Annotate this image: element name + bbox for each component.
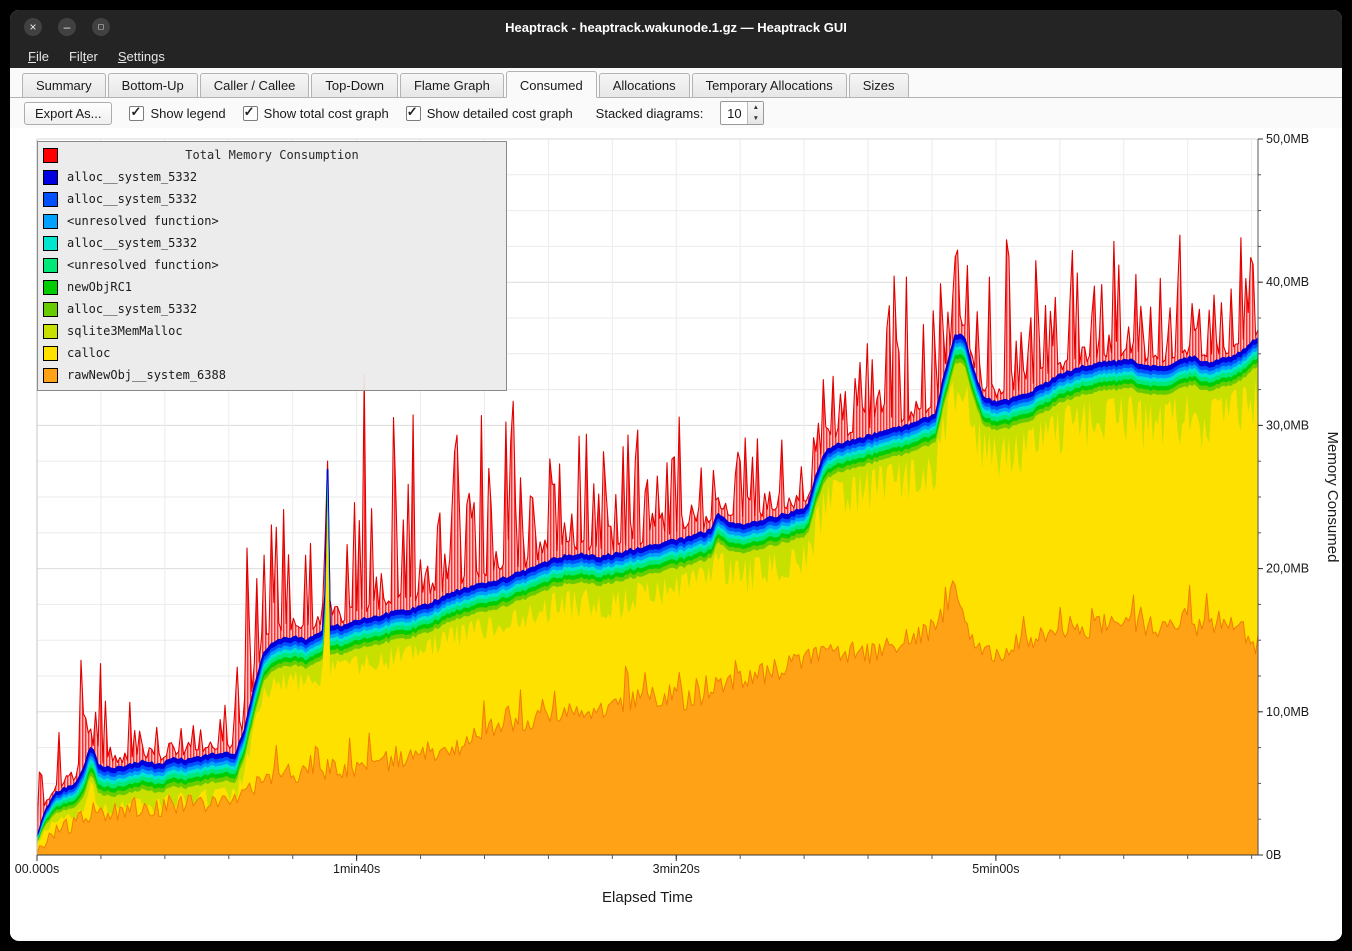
tab-sizes[interactable]: Sizes <box>849 73 909 98</box>
svg-text:30,0MB: 30,0MB <box>1266 418 1309 432</box>
close-icon: × <box>29 21 36 33</box>
svg-text:50,0MB: 50,0MB <box>1266 132 1309 146</box>
toolbar: Export As... ✓ Show legend ✓ Show total … <box>10 98 1342 128</box>
svg-text:5min00s: 5min00s <box>972 862 1019 876</box>
menu-settings[interactable]: Settings <box>108 46 175 67</box>
legend-item: alloc__system_5332 <box>38 166 506 188</box>
legend-item: sqlite3MemMalloc <box>38 320 506 342</box>
show-detailed-cost-graph-checkbox[interactable]: ✓ Show detailed cost graph <box>406 106 573 121</box>
titlebar[interactable]: × – ◻ Heaptrack - heaptrack.wakunode.1.g… <box>10 10 1342 44</box>
svg-text:20,0MB: 20,0MB <box>1266 562 1309 576</box>
app-window: × – ◻ Heaptrack - heaptrack.wakunode.1.g… <box>10 10 1342 941</box>
svg-text:3min20s: 3min20s <box>653 862 700 876</box>
checkbox-box: ✓ <box>129 106 144 121</box>
legend-swatch <box>43 170 58 185</box>
tab-bar: Summary Bottom-Up Caller / Callee Top-Do… <box>10 68 1342 98</box>
legend-item: alloc__system_5332 <box>38 188 506 210</box>
check-icon: ✓ <box>244 104 255 120</box>
legend-swatch <box>43 280 58 295</box>
maximize-icon: ◻ <box>98 23 105 31</box>
legend-swatch <box>43 214 58 229</box>
chart-legend: Total Memory Consumption alloc__system_5… <box>37 141 507 391</box>
tab-temporary-allocations[interactable]: Temporary Allocations <box>692 73 847 98</box>
tab-flame-graph[interactable]: Flame Graph <box>400 73 504 98</box>
svg-text:10,0MB: 10,0MB <box>1266 705 1309 719</box>
legend-item: calloc <box>38 342 506 364</box>
spin-up-icon[interactable]: ▲ <box>748 102 763 113</box>
window-controls: × – ◻ <box>24 18 110 36</box>
stacked-diagrams-spinbox[interactable]: 10 ▲ ▼ <box>720 101 764 125</box>
legend-swatch <box>43 192 58 207</box>
close-button[interactable]: × <box>24 18 42 36</box>
menubar: File Filter Settings <box>10 44 1342 68</box>
minimize-button[interactable]: – <box>58 18 76 36</box>
tab-bottom-up[interactable]: Bottom-Up <box>108 73 198 98</box>
export-as-button[interactable]: Export As... <box>24 102 112 125</box>
legend-swatch <box>43 368 58 383</box>
tab-summary[interactable]: Summary <box>22 73 106 98</box>
check-icon: ✓ <box>130 104 141 120</box>
legend-item: <unresolved function> <box>38 210 506 232</box>
svg-text:00.000s: 00.000s <box>15 862 59 876</box>
legend-swatch <box>43 302 58 317</box>
legend-item: newObjRC1 <box>38 276 506 298</box>
legend-item: alloc__system_5332 <box>38 232 506 254</box>
svg-text:0B: 0B <box>1266 848 1281 862</box>
legend-swatch-total <box>43 148 58 163</box>
menu-filter[interactable]: Filter <box>59 46 108 67</box>
legend-swatch <box>43 258 58 273</box>
show-legend-checkbox[interactable]: ✓ Show legend <box>129 106 225 121</box>
spin-down-icon[interactable]: ▼ <box>748 113 763 124</box>
stacked-diagrams-label: Stacked diagrams: <box>596 106 704 121</box>
svg-text:Elapsed Time: Elapsed Time <box>602 889 693 906</box>
svg-text:1min40s: 1min40s <box>333 862 380 876</box>
spinbox-buttons: ▲ ▼ <box>747 102 763 124</box>
tab-top-down[interactable]: Top-Down <box>311 73 398 98</box>
minimize-icon: – <box>64 21 71 33</box>
svg-text:Memory Consumed: Memory Consumed <box>1324 432 1341 563</box>
legend-swatch <box>43 236 58 251</box>
tab-caller-callee[interactable]: Caller / Callee <box>200 73 310 98</box>
checkbox-label: Show total cost graph <box>264 106 389 121</box>
checkbox-box: ✓ <box>406 106 421 121</box>
legend-title: Total Memory Consumption <box>38 148 506 162</box>
legend-title-row: Total Memory Consumption <box>38 144 506 166</box>
chart-area[interactable]: 00.000s 1min40s 3min20s 5min00s 0B 10,0MB 20,0… <box>10 128 1342 939</box>
checkbox-label: Show legend <box>150 106 225 121</box>
show-total-cost-graph-checkbox[interactable]: ✓ Show total cost graph <box>243 106 389 121</box>
legend-item: <unresolved function> <box>38 254 506 276</box>
legend-swatch <box>43 346 58 361</box>
spinbox-value: 10 <box>721 102 747 124</box>
legend-swatch <box>43 324 58 339</box>
svg-text:40,0MB: 40,0MB <box>1266 275 1309 289</box>
maximize-button[interactable]: ◻ <box>92 18 110 36</box>
menu-file[interactable]: File <box>18 46 59 67</box>
check-icon: ✓ <box>407 104 418 120</box>
checkbox-box: ✓ <box>243 106 258 121</box>
checkbox-label: Show detailed cost graph <box>427 106 573 121</box>
window-title: Heaptrack - heaptrack.wakunode.1.gz — He… <box>10 20 1342 35</box>
tab-allocations[interactable]: Allocations <box>599 73 690 98</box>
tab-consumed[interactable]: Consumed <box>506 71 597 98</box>
legend-item: alloc__system_5332 <box>38 298 506 320</box>
legend-item: rawNewObj__system_6388 <box>38 364 506 386</box>
